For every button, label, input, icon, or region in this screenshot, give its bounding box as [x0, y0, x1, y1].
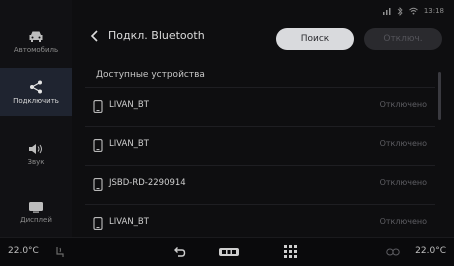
return-icon[interactable] [172, 245, 186, 259]
sidebar-item-label: Подключить [13, 96, 59, 105]
device-name: JSBD-RD-2290914 [109, 178, 186, 188]
speaker-icon [29, 143, 42, 154]
wifi-icon [408, 7, 418, 15]
device-row[interactable]: LIVAN_BT Отключено [85, 87, 435, 126]
display-icon [29, 201, 43, 213]
sidebar-item-display[interactable]: Дисплей [0, 188, 72, 236]
page-title: Подкл. Bluetooth [108, 29, 205, 42]
device-list: LIVAN_BT Отключено LIVAN_BT Отключено JS… [85, 87, 435, 243]
device-status: Отключено [379, 178, 427, 187]
device-name: LIVAN_BT [109, 139, 149, 149]
sidebar: Автомобиль Подключить Звук Дисплей [0, 0, 72, 238]
sidebar-item-label: Автомобиль [13, 46, 59, 54]
status-bar: 13:18 [382, 4, 444, 18]
phone-icon [93, 100, 103, 113]
section-title: Доступные устройства [96, 70, 205, 80]
sidebar-item-connect[interactable]: Подключить [0, 68, 72, 116]
device-status: Отключено [379, 217, 427, 226]
device-status: Отключено [379, 139, 427, 148]
phone-icon [93, 178, 103, 191]
seat-heat-icon[interactable] [54, 246, 66, 258]
sidebar-item-label: Дисплей [20, 215, 52, 224]
car-icon [29, 31, 43, 42]
back-icon[interactable] [88, 29, 102, 43]
bluetooth-status-icon [397, 6, 403, 16]
device-name: LIVAN_BT [109, 100, 149, 110]
fan-icon[interactable] [386, 247, 400, 257]
sidebar-item-vehicle[interactable]: Автомобиль [0, 18, 72, 66]
search-button[interactable]: Поиск [276, 28, 354, 50]
disconnect-button[interactable]: Отключ. [364, 28, 442, 50]
device-row[interactable]: JSBD-RD-2290914 Отключено [85, 165, 435, 204]
signal-icon [382, 8, 391, 15]
scrollbar-thumb[interactable] [438, 72, 441, 120]
car-settings-icon[interactable] [218, 246, 240, 258]
apps-grid-icon[interactable] [284, 245, 297, 258]
status-time: 13:18 [423, 7, 444, 15]
phone-icon [93, 217, 103, 230]
device-status: Отключено [379, 100, 427, 109]
device-row[interactable]: LIVAN_BT Отключено [85, 126, 435, 165]
screen: 13:18 Автомобиль Подключить Звук Дисплей… [0, 0, 454, 266]
share-icon [30, 80, 42, 93]
temperature-right[interactable]: 22.0°C [415, 246, 446, 256]
sidebar-item-sound[interactable]: Звук [0, 130, 72, 178]
bottom-bar: 22.0°C 22.0°C [0, 237, 454, 266]
phone-icon [93, 139, 103, 152]
sidebar-item-label: Звук [27, 157, 45, 166]
device-name: LIVAN_BT [109, 217, 149, 227]
temperature-left[interactable]: 22.0°C [8, 246, 39, 256]
